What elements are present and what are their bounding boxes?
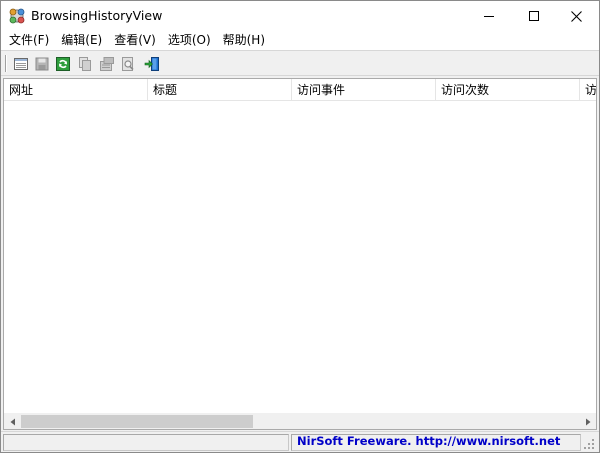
refresh-button[interactable] [53,54,73,73]
scrollbar-thumb[interactable] [21,415,253,428]
column-header-visit-time[interactable]: 访问事件 [292,79,436,101]
scroll-right-button[interactable] [579,413,596,429]
app-icon [9,8,25,24]
menu-help[interactable]: 帮助(H) [217,31,271,50]
save-button[interactable] [32,54,52,73]
resize-grip-icon[interactable] [583,438,595,450]
find-button[interactable] [118,54,138,73]
close-icon [571,10,582,22]
minimize-icon [483,16,494,17]
chevron-left-icon [10,418,15,425]
column-header-title[interactable]: 标题 [148,79,292,101]
html-report-icon [14,57,28,70]
properties-button[interactable] [97,54,117,73]
app-window: BrowsingHistoryView 文件(F) 编辑(E) 查看(V) 选项… [0,0,600,453]
status-bar: NirSoft Freeware. http://www.nirsoft.net [1,431,599,452]
menu-view[interactable]: 查看(V) [108,31,162,50]
maximize-icon [528,11,539,21]
menu-bar: 文件(F) 编辑(E) 查看(V) 选项(O) 帮助(H) [1,31,599,50]
copy-icon [79,56,91,71]
exit-button[interactable] [142,54,162,73]
menu-file[interactable]: 文件(F) [3,31,55,50]
menu-edit[interactable]: 编辑(E) [55,31,108,50]
horizontal-scrollbar[interactable] [4,413,596,429]
title-bar[interactable]: BrowsingHistoryView [1,1,599,31]
toolbar-grip[interactable] [5,55,7,72]
toolbar [1,50,599,76]
html-report-button[interactable] [11,54,31,73]
refresh-icon [56,56,70,71]
minimize-button[interactable] [466,1,511,31]
column-header-visit-more[interactable]: 访问 [580,79,596,101]
nirsoft-link[interactable]: NirSoft Freeware. http://www.nirsoft.net [297,433,560,450]
window-title: BrowsingHistoryView [31,8,163,23]
find-icon [122,56,134,71]
column-header-visit-count[interactable]: 访问次数 [436,79,580,101]
history-list-view[interactable]: 网址 标题 访问事件 访问次数 访问 [3,78,597,430]
scroll-left-button[interactable] [4,413,21,429]
exit-icon [144,56,159,71]
maximize-button[interactable] [511,1,556,31]
menu-options[interactable]: 选项(O) [162,31,217,50]
close-button[interactable] [554,1,599,31]
save-icon [35,57,49,70]
chevron-right-icon [585,418,590,425]
column-header-url[interactable]: 网址 [4,79,148,101]
status-cell-count [3,434,289,451]
list-header: 网址 标题 访问事件 访问次数 访问 [4,79,596,101]
properties-icon [100,56,114,71]
copy-button[interactable] [75,54,95,73]
